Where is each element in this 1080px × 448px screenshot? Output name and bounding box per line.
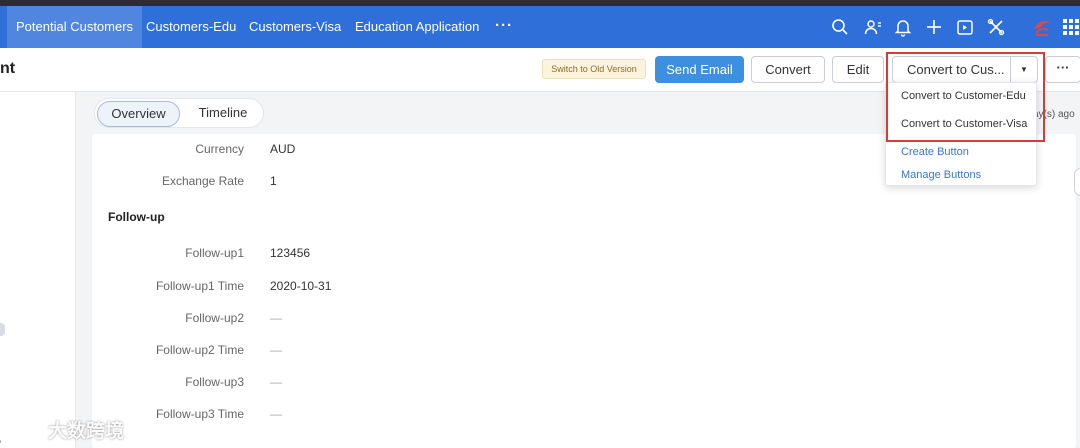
followup2-time-label: Follow-up2 Time xyxy=(155,343,244,357)
tab-timeline[interactable]: Timeline xyxy=(187,101,259,127)
followup2-time-value: — xyxy=(270,343,282,357)
more-actions-button[interactable]: ··· xyxy=(1045,56,1080,83)
calendar-icon[interactable] xyxy=(955,17,975,37)
edit-button[interactable]: Edit xyxy=(832,56,884,83)
menu-item-create-button[interactable]: Create Button xyxy=(901,146,969,158)
followup3-label: Follow-up3 xyxy=(185,375,244,389)
nav-more-button[interactable]: ··· xyxy=(495,6,513,48)
record-title: nt xyxy=(0,60,16,77)
tools-icon[interactable] xyxy=(986,17,1006,37)
top-navbar: Potential Customers Customers-Edu Custom… xyxy=(0,6,1080,48)
apps-grid-icon[interactable] xyxy=(1061,17,1080,37)
nav-tab-potential-customers[interactable]: Potential Customers xyxy=(7,6,143,48)
followup2-value: — xyxy=(270,311,282,325)
right-panel-handle[interactable] xyxy=(1074,168,1080,196)
menu-item-convert-visa[interactable]: Convert to Customer-Visa xyxy=(901,118,1027,130)
send-email-button[interactable]: Send Email xyxy=(655,56,744,83)
nav-tab-customers-visa[interactable]: Customers-Visa xyxy=(249,6,341,48)
followup3-value: — xyxy=(270,375,282,389)
followup2-label: Follow-up2 xyxy=(185,311,244,325)
exchange-rate-label: Exchange Rate xyxy=(161,174,244,188)
currency-label: Currency xyxy=(195,142,244,156)
nav-tab-customers-edu[interactable]: Customers-Edu xyxy=(146,6,236,48)
bell-icon[interactable] xyxy=(893,17,913,37)
left-panel-toggle[interactable] xyxy=(0,323,5,336)
followup-section-title: Follow-up xyxy=(108,210,165,224)
convert-to-customer-button[interactable]: Convert to Cus... xyxy=(892,56,1011,83)
search-icon[interactable] xyxy=(830,17,850,37)
switch-old-version-button[interactable]: Switch to Old Version xyxy=(542,59,646,79)
followup3-time-label: Follow-up3 Time xyxy=(155,407,244,421)
followup1-label: Follow-up1 xyxy=(185,246,244,260)
watermark: 大数跨境 xyxy=(6,414,124,444)
followup1-time-label: Follow-up1 Time xyxy=(155,279,244,293)
nav-tab-education-application[interactable]: Education Application xyxy=(355,6,479,48)
convert-dropdown-menu: Convert to Customer-Edu Convert to Custo… xyxy=(885,82,1037,186)
last-modified-text: ay(s) ago xyxy=(1033,109,1075,120)
plus-icon[interactable] xyxy=(924,17,944,37)
left-panel xyxy=(0,92,76,448)
followup3-time-value: — xyxy=(270,407,282,421)
left-panel-marker xyxy=(0,440,1,443)
brand-logo[interactable] xyxy=(1030,15,1054,39)
view-tabs: Overview Timeline xyxy=(94,98,264,128)
tab-overview[interactable]: Overview xyxy=(97,101,180,127)
watermark-logo xyxy=(8,419,41,438)
contacts-icon[interactable] xyxy=(863,17,883,37)
watermark-text: 大数跨境 xyxy=(48,420,125,442)
exchange-rate-value: 1 xyxy=(270,174,277,188)
convert-button[interactable]: Convert xyxy=(751,56,825,83)
menu-item-convert-edu[interactable]: Convert to Customer-Edu xyxy=(901,90,1026,102)
chevron-down-icon[interactable]: ▼ xyxy=(1010,56,1038,83)
followup1-value: 123456 xyxy=(270,246,311,260)
currency-value: AUD xyxy=(270,142,296,156)
menu-item-manage-buttons[interactable]: Manage Buttons xyxy=(901,169,981,181)
followup1-time-value: 2020-10-31 xyxy=(270,279,332,293)
